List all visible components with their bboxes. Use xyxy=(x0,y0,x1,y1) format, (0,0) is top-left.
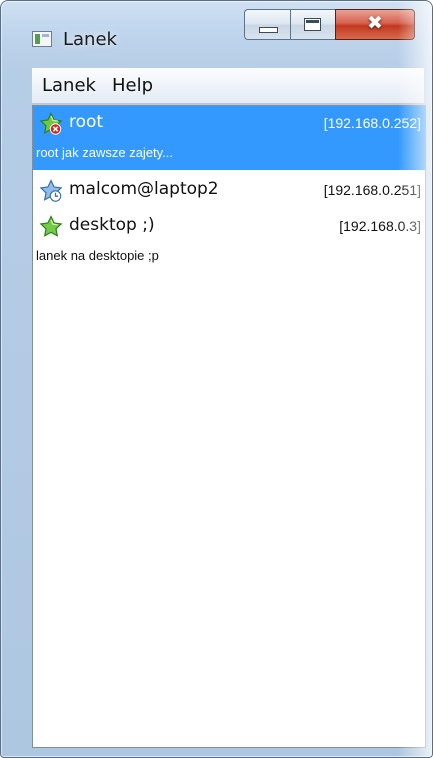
contact-item[interactable]: desktop ;) [192.168.0.3] lanek na deskto… xyxy=(33,209,425,273)
maximize-button[interactable] xyxy=(290,9,335,40)
contact-status: root jak zawsze zajety... xyxy=(36,145,174,160)
minimize-button[interactable] xyxy=(244,9,290,40)
minimize-icon xyxy=(259,27,278,33)
contact-name: malcom@laptop2 xyxy=(69,179,219,199)
contact-list-panel[interactable]: root [192.168.0.252] root jak zawsze zaj… xyxy=(32,105,426,748)
contact-name: desktop ;) xyxy=(69,215,155,235)
contact-ip: [192.168.0.252] xyxy=(323,115,421,131)
menu-bar: Lanek Help xyxy=(32,68,424,104)
app-window: Lanek ✖ Lanek Help root [192.168.0.252] … xyxy=(0,0,433,758)
contact-item[interactable]: malcom@laptop2 [192.168.0.251] xyxy=(33,173,425,209)
star-busy-icon xyxy=(39,112,63,135)
close-icon: ✖ xyxy=(367,12,383,34)
window-title: Lanek xyxy=(63,29,117,50)
menu-help[interactable]: Help xyxy=(104,71,161,101)
caption-buttons: ✖ xyxy=(244,9,415,42)
star-online-icon xyxy=(39,215,63,237)
maximize-icon xyxy=(304,18,321,31)
contact-ip: [192.168.0.3] xyxy=(339,218,421,234)
contact-name: root xyxy=(69,112,104,132)
close-button[interactable]: ✖ xyxy=(335,9,415,40)
star-away-icon xyxy=(39,179,63,202)
menu-lanek[interactable]: Lanek xyxy=(32,71,104,101)
contact-item[interactable]: root [192.168.0.252] root jak zawsze zaj… xyxy=(33,106,425,170)
contact-list: root [192.168.0.252] root jak zawsze zaj… xyxy=(33,106,425,273)
contact-ip: [192.168.0.251] xyxy=(323,182,421,198)
title-bar[interactable]: Lanek ✖ xyxy=(1,1,432,63)
app-window-icon[interactable] xyxy=(32,31,52,47)
contact-status: lanek na desktopie ;p xyxy=(36,248,159,263)
